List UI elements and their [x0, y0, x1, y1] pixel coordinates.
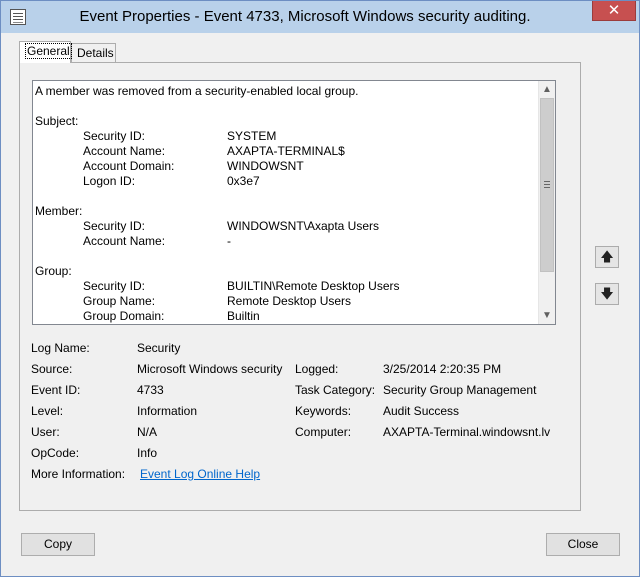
event-properties-window: Event Properties - Event 4733, Microsoft… — [0, 0, 640, 577]
description-key: Logon ID: — [83, 174, 136, 188]
description-key: Security ID: — [83, 219, 146, 233]
description-row: Account Name: - — [35, 234, 537, 249]
tab-details[interactable]: Details — [71, 43, 116, 62]
description-key: Group Name: — [83, 294, 156, 308]
description-value: Builtin — [227, 309, 260, 323]
logged-label: Logged: — [295, 362, 339, 376]
description-key: Account Name: — [83, 234, 166, 248]
log-name-label: Log Name: — [31, 341, 90, 355]
group-header: Group: — [35, 264, 72, 278]
description-value: Remote Desktop Users — [227, 294, 352, 308]
event-description-box[interactable]: A member was removed from a security-ena… — [32, 80, 556, 325]
keywords-label: Keywords: — [295, 404, 352, 418]
description-row: Security ID: BUILTIN\Remote Desktop Users — [35, 279, 537, 294]
level-label: Level: — [31, 404, 64, 418]
description-summary: A member was removed from a security-ena… — [35, 84, 359, 98]
computer-value: AXAPTA-Terminal.windowsnt.lv — [383, 425, 551, 439]
opcode-label: OpCode: — [31, 446, 80, 460]
title-bar[interactable]: Event Properties - Event 4733, Microsoft… — [1, 1, 639, 33]
description-row: Security ID: WINDOWSNT\Axapta Users — [35, 219, 537, 234]
description-value: SYSTEM — [227, 129, 277, 143]
level-value: Information — [137, 404, 198, 418]
description-value: AXAPTA-TERMINAL$ — [227, 144, 345, 158]
description-value: - — [227, 234, 231, 248]
description-value: WINDOWSNT\Axapta Users — [227, 219, 380, 233]
subject-header: Subject: — [35, 114, 79, 128]
logged-value: 3/25/2014 2:20:35 PM — [383, 362, 502, 376]
description-key: Account Domain: — [83, 159, 175, 173]
event-viewer-icon — [10, 9, 26, 25]
window-title: Event Properties - Event 4733, Microsoft… — [79, 8, 531, 25]
event-id-label: Event ID: — [31, 383, 81, 397]
user-value: N/A — [137, 425, 158, 439]
description-scrollbar[interactable]: ▲ ▼ — [538, 81, 555, 324]
description-value: WINDOWSNT — [227, 159, 304, 173]
description-row: Security ID: SYSTEM — [35, 129, 537, 144]
general-tab-panel: A member was removed from a security-ena… — [19, 62, 581, 511]
keywords-value: Audit Success — [383, 404, 460, 418]
description-row: Logon ID: 0x3e7 — [35, 174, 537, 189]
description-row: Account Name: AXAPTA-TERMINAL$ — [35, 144, 537, 159]
task-category-value: Security Group Management — [383, 383, 537, 397]
description-key: Security ID: — [83, 129, 146, 143]
event-description-text: A member was removed from a security-ena… — [35, 84, 537, 324]
window-close-button[interactable]: ✕ — [592, 1, 636, 21]
previous-event-button[interactable]: 🡅 — [595, 246, 619, 268]
scroll-up-arrow-icon[interactable]: ▲ — [539, 81, 555, 98]
tab-details-label: Details — [77, 46, 114, 60]
grip-icon — [544, 181, 550, 188]
description-value: BUILTIN\Remote Desktop Users — [227, 279, 400, 293]
description-row: Account Domain: WINDOWSNT — [35, 159, 537, 174]
description-key: Account Name: — [83, 144, 166, 158]
source-value: Microsoft Windows security — [137, 362, 283, 376]
description-value: 0x3e7 — [227, 174, 260, 188]
event-id-value: 4733 — [137, 383, 164, 397]
computer-label: Computer: — [295, 425, 352, 439]
event-log-online-help-link[interactable]: Event Log Online Help — [140, 467, 260, 482]
description-key: Group Domain: — [83, 309, 165, 323]
scrollbar-thumb[interactable] — [540, 98, 554, 272]
arrow-up-icon: 🡅 — [600, 249, 614, 264]
source-label: Source: — [31, 362, 73, 376]
more-information-label: More Information: — [31, 467, 126, 481]
description-key: Security ID: — [83, 279, 146, 293]
description-row: Group Domain: Builtin — [35, 309, 537, 324]
next-event-button[interactable]: 🡇 — [595, 283, 619, 305]
member-header: Member: — [35, 204, 83, 218]
tab-general-label: General — [25, 43, 72, 59]
user-label: User: — [31, 425, 60, 439]
copy-button[interactable]: Copy — [21, 533, 95, 556]
arrow-down-icon: 🡇 — [600, 286, 614, 301]
scroll-down-arrow-icon[interactable]: ▼ — [539, 307, 555, 324]
tab-general[interactable]: General — [19, 41, 72, 63]
task-category-label: Task Category: — [295, 383, 376, 397]
log-name-value: Security — [137, 341, 181, 355]
close-button[interactable]: Close — [546, 533, 620, 556]
description-row: Group Name: Remote Desktop Users — [35, 294, 537, 309]
opcode-value: Info — [137, 446, 158, 460]
